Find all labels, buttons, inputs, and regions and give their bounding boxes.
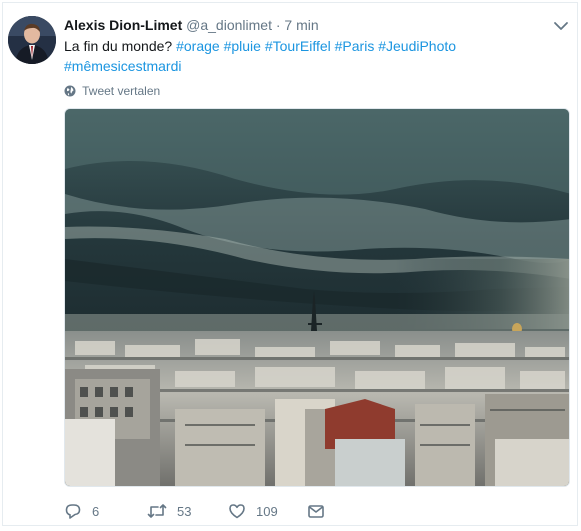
hashtag-link[interactable]: #JeudiPhoto	[378, 38, 456, 54]
user-handle[interactable]: @a_dionlimet	[186, 17, 272, 33]
translate-tweet-link[interactable]: Tweet vertalen	[64, 83, 160, 101]
hashtag-link[interactable]: #pluie	[224, 38, 261, 54]
translate-label: Tweet vertalen	[82, 84, 161, 98]
tweet-text: La fin du monde? #orage #pluie #TourEiff…	[64, 36, 464, 76]
chevron-down-icon	[554, 22, 568, 30]
globe-icon	[64, 85, 76, 101]
heart-icon	[229, 504, 245, 519]
hashtag-link[interactable]: #mêmesicestmardi	[64, 58, 181, 74]
hashtag-link[interactable]: #orage	[176, 38, 220, 54]
avatar[interactable]	[8, 16, 56, 64]
retweet-icon	[147, 504, 167, 518]
avatar-image	[8, 16, 56, 64]
retweet-button[interactable]: 53	[147, 500, 191, 522]
display-name[interactable]: Alexis Dion-Limet	[64, 17, 182, 33]
envelope-icon	[308, 505, 324, 518]
reply-count: 6	[92, 503, 100, 519]
tweet-header: Alexis Dion-Limet @a_dionlimet · 7 min	[64, 16, 319, 34]
more-options-button[interactable]	[551, 16, 571, 36]
like-button[interactable]: 109	[228, 500, 278, 522]
like-count: 109	[256, 503, 278, 519]
reply-button[interactable]: 6	[64, 500, 99, 522]
storm-over-paris-photo	[65, 109, 569, 486]
hashtag-link[interactable]: #TourEiffel	[265, 38, 331, 54]
separator-dot: ·	[275, 17, 281, 33]
timestamp[interactable]: 7 min	[284, 17, 318, 33]
hashtag-link[interactable]: #Paris	[335, 38, 375, 54]
retweet-count: 53	[177, 503, 192, 519]
reply-icon	[65, 504, 81, 519]
tweet-photo[interactable]	[64, 108, 570, 487]
tweet-text-body: La fin du monde?	[64, 38, 173, 54]
direct-message-button[interactable]	[307, 500, 325, 522]
tweet-card[interactable]: Alexis Dion-Limet @a_dionlimet · 7 min L…	[2, 2, 578, 526]
